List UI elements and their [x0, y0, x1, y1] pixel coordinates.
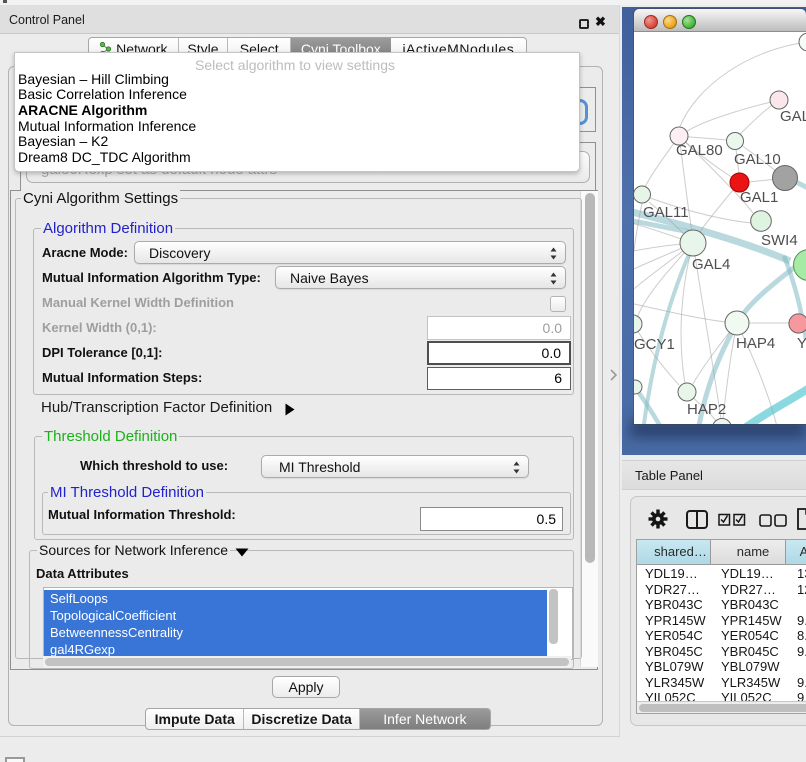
svg-text:HAP2: HAP2 — [687, 401, 726, 418]
svg-text:GAL10: GAL10 — [734, 151, 781, 168]
svg-text:SWI4: SWI4 — [761, 232, 798, 249]
svg-text:GAL80: GAL80 — [676, 142, 723, 159]
svg-text:GCY1: GCY1 — [634, 336, 675, 353]
svg-text:GAL1: GAL1 — [740, 189, 778, 206]
svg-text:GAL2: GAL2 — [780, 108, 806, 125]
svg-text:HAP4: HAP4 — [736, 335, 775, 352]
svg-text:GAL4: GAL4 — [692, 256, 730, 273]
svg-text:GAL11: GAL11 — [643, 204, 689, 221]
svg-text:YJ: YJ — [797, 335, 806, 352]
